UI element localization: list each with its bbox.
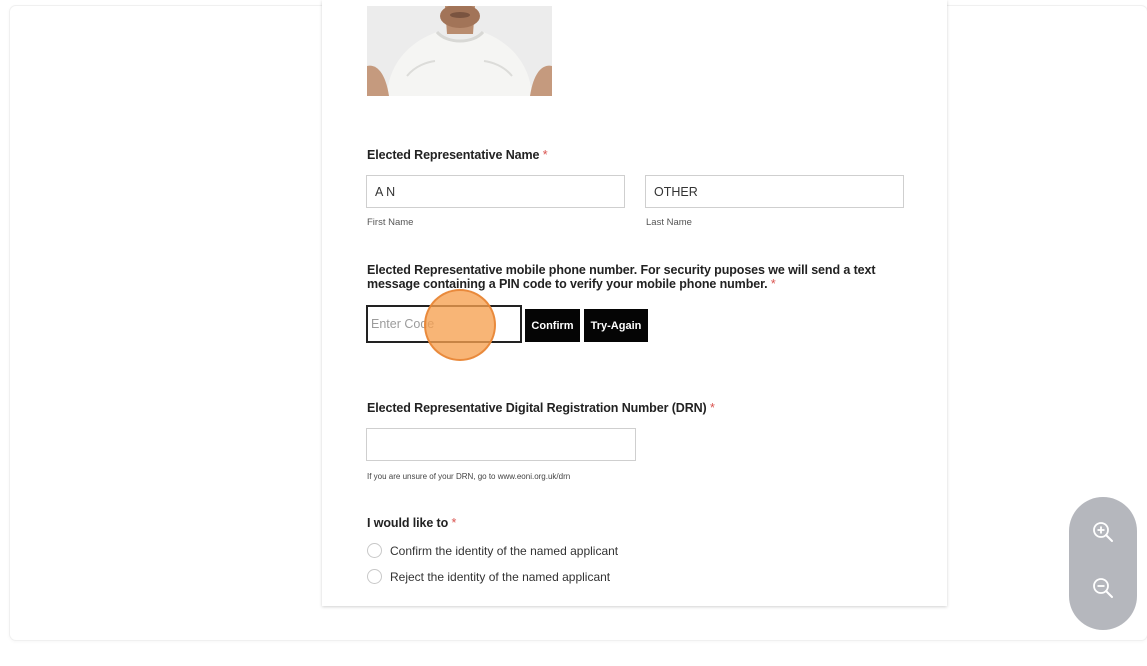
zoom-in-icon [1092, 521, 1114, 548]
confirm-button[interactable]: Confirm [525, 309, 580, 342]
required-mark: * [709, 401, 715, 415]
name-label: Elected Representative Name * [367, 148, 548, 162]
drn-label: Elected Representative Digital Registrat… [367, 401, 715, 415]
first-name-sublabel: First Name [367, 217, 414, 228]
last-name-input[interactable] [645, 175, 904, 208]
try-again-button[interactable]: Try-Again [584, 309, 648, 342]
applicant-photo [367, 6, 552, 96]
verification-code-input[interactable] [366, 305, 522, 343]
action-label: I would like to * [367, 516, 457, 530]
drn-help-text: If you are unsure of your DRN, go to www… [367, 472, 571, 481]
zoom-out-icon [1092, 577, 1114, 604]
first-name-input[interactable] [366, 175, 625, 208]
required-mark: * [542, 148, 548, 162]
required-mark: * [451, 516, 457, 530]
reject-identity-option[interactable]: Reject the identity of the named applica… [367, 569, 610, 584]
radio-button[interactable] [367, 543, 382, 558]
required-mark: * [770, 277, 776, 291]
last-name-sublabel: Last Name [646, 217, 692, 228]
zoom-in-button[interactable] [1083, 514, 1123, 554]
phone-label: Elected Representative mobile phone numb… [367, 263, 876, 291]
drn-input[interactable] [366, 428, 636, 461]
zoom-out-button[interactable] [1083, 570, 1123, 610]
confirm-identity-option[interactable]: Confirm the identity of the named applic… [367, 543, 618, 558]
radio-button[interactable] [367, 569, 382, 584]
